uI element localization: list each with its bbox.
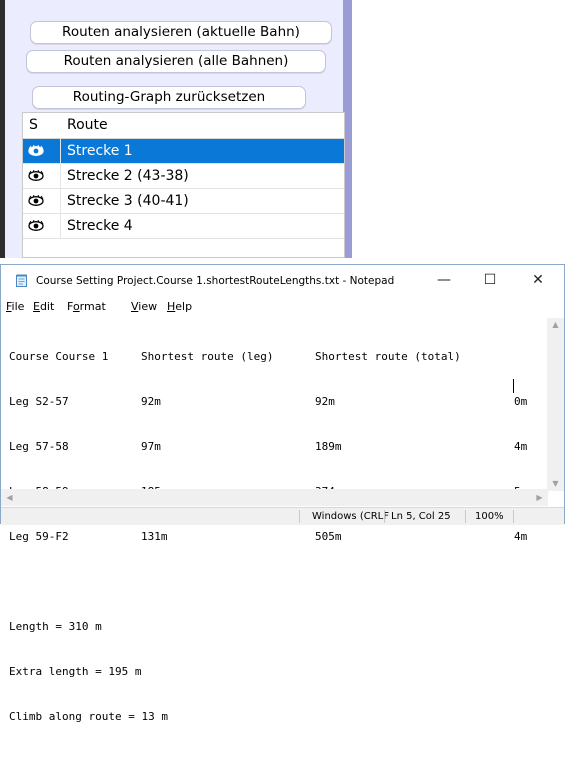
status-cursor-position: Ln 5, Col 25 [391, 511, 451, 522]
eye-icon [28, 170, 44, 181]
summary-length: Length = 310 m [9, 620, 102, 633]
summary-line: Length = 310 m [9, 619, 535, 634]
status-separator [465, 510, 466, 523]
menu-view[interactable]: View [131, 298, 157, 316]
leg-total: 189m [315, 440, 342, 453]
analyze-current-course-button[interactable]: Routen analysieren (aktuelle Bahn) [30, 21, 332, 44]
route-name[interactable]: Strecke 3 (40-41) [61, 189, 344, 213]
leg-name: Leg S2-57 [9, 395, 69, 408]
text-editor[interactable]: Course Course 1 Shortest route (leg) Sho… [9, 319, 535, 723]
leg-line: Leg 57-58 97m 189m 4m [9, 439, 535, 454]
leg-extra: 4m [514, 530, 528, 543]
route-name[interactable]: Strecke 1 [61, 139, 344, 163]
header-shortest-total: Shortest route (total) [315, 350, 461, 363]
route-row-4[interactable]: Strecke 4 [23, 214, 344, 239]
scroll-left-arrow-icon[interactable]: ◀ [1, 489, 18, 506]
column-header-route[interactable]: Route [67, 113, 108, 137]
status-zoom: 100% [475, 511, 504, 522]
summary-climb: Climb along route = 13 m [9, 710, 168, 723]
leg-name: Leg 57-58 [9, 440, 69, 453]
horizontal-scrollbar[interactable]: ◀ ▶ [1, 489, 548, 506]
title-bar[interactable]: Course Setting Project.Course 1.shortest… [1, 265, 564, 297]
route-table: S Route Strecke 1 Strecke 2 (43-38) Stre… [22, 112, 345, 258]
reset-routing-graph-button[interactable]: Routing-Graph zurücksetzen [32, 86, 306, 109]
close-button[interactable]: ✕ [515, 265, 561, 297]
route-row-1[interactable]: Strecke 1 [23, 139, 344, 164]
window-title: Course Setting Project.Course 1.shortest… [36, 275, 395, 287]
eye-icon [28, 195, 44, 206]
route-row-2[interactable]: Strecke 2 (43-38) [23, 164, 344, 189]
visibility-cell[interactable] [23, 164, 61, 188]
visibility-cell[interactable] [23, 139, 61, 163]
route-row-3[interactable]: Strecke 3 (40-41) [23, 189, 344, 214]
routing-panel: Routen analysieren (aktuelle Bahn) Route… [0, 0, 352, 258]
status-separator [299, 510, 300, 523]
eye-icon [28, 145, 44, 156]
status-bar: Windows (CRLF Ln 5, Col 25 100% [1, 507, 564, 525]
status-separator [513, 510, 514, 523]
status-separator [384, 510, 385, 523]
leg-name: Leg 59-F2 [9, 530, 69, 543]
summary-extra-length: Extra length = 195 m [9, 665, 142, 678]
notepad-icon [16, 274, 27, 287]
menu-edit[interactable]: Edit [33, 298, 54, 316]
route-name[interactable]: Strecke 2 (43-38) [61, 164, 344, 188]
menu-bar: File Edit Format View Help [1, 298, 564, 316]
header-course: Course Course 1 [9, 350, 109, 363]
leg-shortest: 131m [141, 530, 168, 543]
leg-shortest: 92m [141, 395, 161, 408]
vertical-scrollbar[interactable]: ▲ ▼ [547, 318, 564, 491]
scroll-right-arrow-icon[interactable]: ▶ [531, 489, 548, 506]
visibility-cell[interactable] [23, 189, 61, 213]
summary-line: Extra length = 195 m [9, 664, 535, 679]
eye-icon [28, 220, 44, 231]
leg-line: Leg S2-57 92m 92m 0m [9, 394, 535, 409]
column-header-s[interactable]: S [29, 113, 38, 137]
minimize-button[interactable]: — [421, 265, 467, 297]
header-line: Course Course 1 Shortest route (leg) Sho… [9, 349, 535, 364]
notepad-window: Course Setting Project.Course 1.shortest… [0, 264, 565, 723]
leg-shortest: 97m [141, 440, 161, 453]
leg-line: Leg 59-F2 131m 505m 4m [9, 529, 535, 544]
route-name[interactable]: Strecke 4 [61, 214, 344, 238]
maximize-button[interactable]: ☐ [467, 265, 513, 297]
scroll-up-arrow-icon[interactable]: ▲ [547, 318, 564, 332]
header-shortest-leg: Shortest route (leg) [141, 350, 274, 363]
scroll-down-arrow-icon[interactable]: ▼ [547, 477, 564, 491]
text-caret [513, 379, 514, 393]
status-line-ending: Windows (CRLF [312, 511, 389, 522]
menu-help[interactable]: Help [167, 298, 192, 316]
visibility-cell[interactable] [23, 214, 61, 238]
leg-total: 92m [315, 395, 335, 408]
leg-extra: 4m [514, 440, 528, 453]
leg-total: 505m [315, 530, 342, 543]
menu-file[interactable]: File [6, 298, 24, 316]
analyze-all-courses-button[interactable]: Routen analysieren (alle Bahnen) [26, 50, 326, 73]
leg-extra: 0m [514, 395, 528, 408]
summary-line: Climb along route = 13 m [9, 709, 535, 724]
menu-format[interactable]: Format [67, 298, 106, 316]
